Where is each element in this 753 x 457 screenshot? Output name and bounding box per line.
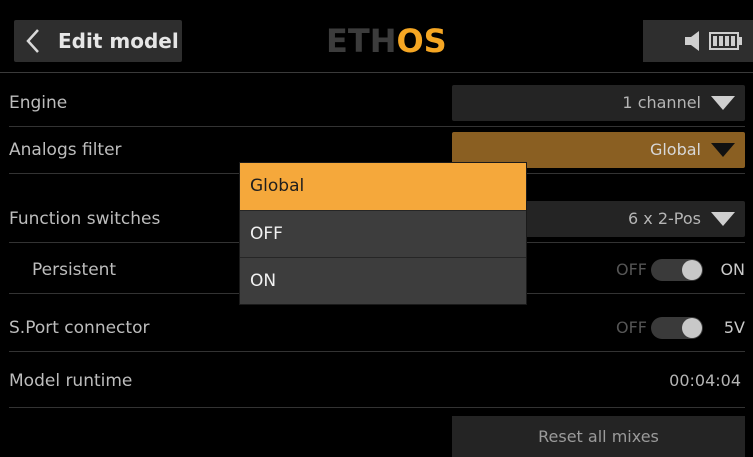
sport-on-label: 5V <box>723 318 745 337</box>
back-button[interactable] <box>14 20 52 62</box>
engine-dropdown[interactable]: 1 channel <box>452 85 745 121</box>
persistent-toggle[interactable]: OFF ON <box>595 255 745 285</box>
caret-down-icon <box>711 212 735 226</box>
reset-all-mixes-button[interactable]: Reset all mixes <box>452 416 745 457</box>
speaker-icon[interactable] <box>683 29 705 53</box>
toggle-knob <box>682 260 702 280</box>
edit-model-screen: Edit model ETHOS Engine 1 channel Analog… <box>0 0 753 457</box>
popup-option-global[interactable]: Global <box>240 163 526 210</box>
ethos-logo: ETHOS <box>326 19 447 63</box>
function-switches-label: Function switches <box>9 209 161 229</box>
persistent-label: Persistent <box>32 260 117 280</box>
sport-connector-toggle[interactable]: OFF 5V <box>595 313 745 343</box>
toggle-track[interactable] <box>651 317 703 339</box>
sport-off-label: OFF <box>616 318 647 337</box>
persistent-on-label: ON <box>720 260 745 279</box>
header-divider <box>0 72 753 73</box>
caret-down-icon <box>711 143 735 157</box>
logo-text-eth: ETH <box>326 22 397 60</box>
persistent-off-label: OFF <box>616 260 647 279</box>
row-divider <box>9 351 745 352</box>
battery-icon <box>709 32 742 50</box>
analogs-filter-popup: Global OFF ON <box>240 163 526 304</box>
logo-text-os: OS <box>396 22 447 60</box>
sport-connector-row: S.Port connector OFF 5V <box>0 305 753 352</box>
popup-option-off[interactable]: OFF <box>240 211 526 258</box>
page-title: Edit model <box>58 29 179 53</box>
engine-value: 1 channel <box>622 93 701 112</box>
model-runtime-value[interactable]: 00:04:04 <box>669 358 741 404</box>
analogs-filter-value: Global <box>649 140 701 159</box>
model-runtime-row: Model runtime 00:04:04 <box>0 358 753 408</box>
chevron-left-icon <box>26 29 39 53</box>
row-divider <box>9 407 745 408</box>
toggle-track[interactable] <box>651 259 703 281</box>
model-runtime-label: Model runtime <box>9 371 133 391</box>
toggle-knob <box>682 318 702 338</box>
analogs-filter-label: Analogs filter <box>9 140 122 160</box>
engine-row: Engine 1 channel <box>0 80 753 127</box>
popup-option-on[interactable]: ON <box>240 258 526 305</box>
function-switches-value: 6 x 2-Pos <box>628 209 701 228</box>
engine-label: Engine <box>9 93 68 113</box>
sport-connector-label: S.Port connector <box>9 318 150 338</box>
caret-down-icon <box>711 96 735 110</box>
header: Edit model ETHOS <box>0 0 753 72</box>
